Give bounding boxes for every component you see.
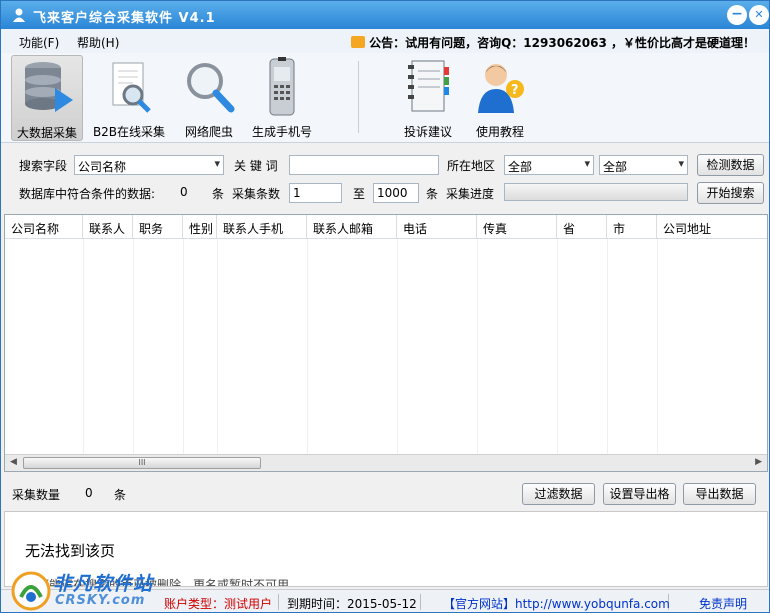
tool-label: 投诉建议 bbox=[403, 125, 452, 139]
scroll-right-icon[interactable]: ▶ bbox=[755, 457, 762, 467]
watermark-text: 非凡软件站 bbox=[53, 573, 154, 595]
tool-b2b-collect[interactable]: B2B在线采集 bbox=[89, 55, 169, 141]
tool-label: 生成手机号 bbox=[251, 125, 312, 139]
window-title: 飞来客户综合采集软件 V4.1 bbox=[33, 11, 216, 26]
column-divider bbox=[397, 239, 398, 457]
title-bar: 飞来客户综合采集软件 V4.1 − ✕ bbox=[1, 1, 769, 29]
column-divider bbox=[607, 239, 608, 457]
collect-from-input[interactable]: 1 bbox=[289, 183, 342, 203]
speaker-icon bbox=[351, 36, 366, 48]
column-divider bbox=[183, 239, 184, 457]
notice-text: 公告：试用有问题，咨询Q：1293062063 ，￥性价比高才是硬道理！ bbox=[369, 36, 755, 50]
collect-progress-bar bbox=[504, 183, 688, 201]
mobile-phone-icon bbox=[269, 57, 295, 116]
disclaimer-link[interactable]: 免责声明 bbox=[699, 594, 759, 611]
menu-function[interactable]: 功能(F) bbox=[19, 34, 59, 51]
keyword-input[interactable] bbox=[289, 155, 439, 175]
keyword-label: 关 键 词 bbox=[234, 159, 278, 173]
collect-stats-bar: 采集数量 0 条 过滤数据 设置导出格 导出数据 bbox=[1, 479, 769, 509]
collect-unit: 条 bbox=[426, 187, 439, 201]
column-divider bbox=[133, 239, 134, 457]
column-header[interactable]: 电话 bbox=[397, 215, 477, 239]
notebook-icon bbox=[408, 60, 449, 112]
column-header[interactable]: 省 bbox=[557, 215, 607, 239]
search-field-select[interactable]: 公司名称 bbox=[74, 155, 224, 175]
region-label: 所在地区 bbox=[447, 159, 496, 173]
tool-generate-phone[interactable]: 生成手机号 bbox=[249, 55, 315, 141]
database-icon bbox=[25, 62, 73, 112]
document-search-icon bbox=[112, 62, 151, 113]
column-divider bbox=[307, 239, 308, 457]
to-label: 至 bbox=[353, 187, 366, 201]
tool-label: B2B在线采集 bbox=[92, 125, 166, 139]
page-not-found-title: 无法找到该页 bbox=[25, 542, 116, 560]
column-header[interactable]: 公司地址 bbox=[657, 215, 767, 239]
crsky-watermark: 非凡软件站 CRSKY.com bbox=[11, 569, 181, 612]
filter-data-button[interactable]: 过滤数据 bbox=[522, 483, 595, 505]
province-select[interactable]: 全部 bbox=[504, 155, 594, 175]
app-user-icon bbox=[13, 8, 25, 22]
column-divider bbox=[657, 239, 658, 457]
main-window: 飞来客户综合采集软件 V4.1 − ✕ 功能(F) 帮助(H) 公告：试用有问题… bbox=[0, 0, 770, 613]
help-user-icon: ? bbox=[478, 64, 524, 113]
match-count: 0 bbox=[180, 185, 188, 199]
toolbar-separator bbox=[358, 61, 359, 133]
progress-label: 采集进度 bbox=[446, 187, 495, 201]
tool-big-data-collect[interactable]: 大数据采集 bbox=[11, 55, 83, 141]
crsky-logo-icon bbox=[11, 571, 51, 611]
collect-count-label: 采集条数 bbox=[232, 187, 281, 201]
close-button[interactable]: ✕ bbox=[749, 5, 769, 25]
horizontal-scrollbar[interactable]: ◀ III ▶ bbox=[5, 454, 767, 471]
match-label: 数据库中符合条件的数据: bbox=[19, 187, 156, 201]
start-search-button[interactable]: 开始搜索 bbox=[697, 182, 764, 204]
search-field-label: 搜索字段 bbox=[19, 159, 68, 173]
tool-label: 大数据采集 bbox=[16, 126, 77, 140]
tool-label: 网络爬虫 bbox=[184, 125, 233, 139]
svg-text:?: ? bbox=[511, 83, 519, 98]
menu-help[interactable]: 帮助(H) bbox=[77, 34, 119, 51]
column-header[interactable]: 联系人手机 bbox=[217, 215, 307, 239]
tool-label: 使用教程 bbox=[475, 125, 524, 139]
collect-quantity-label: 采集数量 bbox=[12, 488, 61, 502]
tool-tutorial[interactable]: ? 使用教程 bbox=[467, 55, 533, 141]
results-table[interactable]: 公司名称 联系人 职务 性别 联系人手机 联系人邮箱 电话 传真 省 市 公司地… bbox=[4, 214, 768, 472]
collect-to-input[interactable]: 1000 bbox=[373, 183, 419, 203]
table-header: 公司名称 联系人 职务 性别 联系人手机 联系人邮箱 电话 传真 省 市 公司地… bbox=[5, 215, 767, 239]
notice-bar: 公告：试用有问题，咨询Q：1293062063 ，￥性价比高才是硬道理！ bbox=[351, 34, 755, 51]
scrollbar-thumb[interactable]: III bbox=[23, 457, 261, 469]
column-header[interactable]: 市 bbox=[607, 215, 657, 239]
export-data-button[interactable]: 导出数据 bbox=[683, 483, 756, 505]
scroll-left-icon[interactable]: ◀ bbox=[10, 457, 17, 467]
menu-bar: 功能(F) 帮助(H) 公告：试用有问题，咨询Q：1293062063 ，￥性价… bbox=[1, 29, 769, 53]
collect-quantity-unit: 条 bbox=[114, 488, 127, 502]
tool-web-crawler[interactable]: 网络爬虫 bbox=[173, 55, 245, 141]
tool-feedback[interactable]: 投诉建议 bbox=[395, 55, 461, 141]
column-header[interactable]: 性别 bbox=[183, 215, 217, 239]
check-data-button[interactable]: 检测数据 bbox=[697, 154, 764, 176]
official-website-link[interactable]: 【官方网站】http://www.yobqunfa.com bbox=[443, 594, 670, 611]
column-divider bbox=[217, 239, 218, 457]
column-divider bbox=[557, 239, 558, 457]
column-header[interactable]: 联系人 bbox=[83, 215, 133, 239]
magnifier-icon bbox=[187, 63, 235, 113]
search-form: 搜索字段 公司名称 关 键 词 所在地区 全部 全部 检测数据 数据库中符合条件… bbox=[1, 143, 769, 213]
collect-quantity-value: 0 bbox=[85, 486, 93, 500]
expire-date: 到期时间：2015-05-12 bbox=[285, 594, 421, 611]
minimize-button[interactable]: − bbox=[727, 5, 747, 25]
column-divider bbox=[477, 239, 478, 457]
column-divider bbox=[83, 239, 84, 457]
match-unit: 条 bbox=[212, 187, 225, 201]
column-header[interactable]: 职务 bbox=[133, 215, 183, 239]
watermark-subtext: CRSKY.com bbox=[55, 593, 146, 608]
city-select[interactable]: 全部 bbox=[599, 155, 688, 175]
column-header[interactable]: 公司名称 bbox=[5, 215, 83, 239]
column-header[interactable]: 传真 bbox=[477, 215, 557, 239]
toolbar: 大数据采集 B2B在线采集 网络爬虫 生成手机号 投诉建议 ? 使用教程 bbox=[1, 53, 769, 143]
export-format-button[interactable]: 设置导出格 bbox=[603, 483, 676, 505]
column-header[interactable]: 联系人邮箱 bbox=[307, 215, 397, 239]
